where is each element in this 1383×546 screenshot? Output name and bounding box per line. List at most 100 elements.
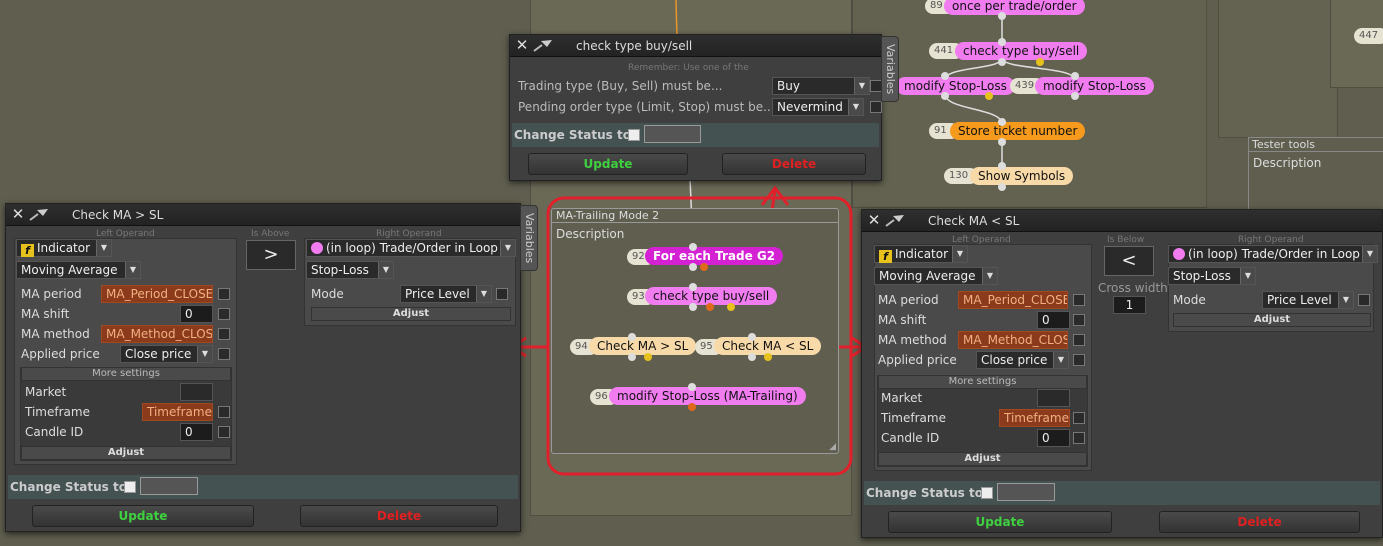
resize-handle-icon[interactable]: ◢ xyxy=(829,442,836,452)
ma-method-checkbox[interactable] xyxy=(218,328,230,340)
ma-shift-checkbox[interactable] xyxy=(1073,314,1085,326)
window-check-ma-above[interactable]: ✕ Check MA > SL Left Operand Is Above Ri… xyxy=(5,203,521,532)
applied-price-checkbox[interactable] xyxy=(218,348,230,360)
market-label: Market xyxy=(25,385,67,399)
operator-button[interactable]: < xyxy=(1104,246,1154,276)
ma-method-input[interactable]: MA_Method_CLOSE xyxy=(958,331,1068,349)
trading-type-value: Buy xyxy=(777,79,800,93)
indicator-select[interactable]: Moving Average ▼ xyxy=(16,261,141,279)
left-adjust-button[interactable]: Adjust xyxy=(878,452,1087,466)
close-icon[interactable]: ✕ xyxy=(515,38,529,53)
close-icon[interactable]: ✕ xyxy=(867,213,881,228)
change-status-input[interactable] xyxy=(140,477,198,495)
close-icon[interactable]: ✕ xyxy=(11,207,25,222)
right-operand-value: (in loop) Trade/Order in Loop xyxy=(326,241,498,255)
candle-id-input[interactable]: 0 xyxy=(1037,429,1070,447)
right-sub-value: Stop-Loss xyxy=(311,263,369,277)
connector-dot xyxy=(689,243,697,251)
ma-period-input[interactable]: MA_Period_CLOSE xyxy=(958,291,1068,309)
node-check-ma-above[interactable]: Check MA > SL xyxy=(589,337,697,355)
left-adjust-button[interactable]: Adjust xyxy=(21,446,231,460)
window-check-type[interactable]: ✕ check type buy/sell Remember: Use one … xyxy=(509,34,882,181)
ma-period-input[interactable]: MA_Period_CLOSE xyxy=(101,285,213,303)
delete-button[interactable]: Delete xyxy=(722,153,866,175)
node-modify-stoploss-2[interactable]: modify Stop-Loss xyxy=(1035,77,1154,95)
node-store-ticket[interactable]: Store ticket number xyxy=(950,122,1086,140)
change-status-input[interactable] xyxy=(997,483,1055,501)
more-settings-toggle[interactable]: More settings xyxy=(21,367,231,381)
applied-price-select[interactable]: Close price ▼ xyxy=(976,351,1069,369)
update-button[interactable]: Update xyxy=(32,505,254,527)
candle-id-checkbox[interactable] xyxy=(1073,432,1085,444)
right-adjust-button[interactable]: Adjust xyxy=(311,307,511,321)
change-status-input[interactable] xyxy=(644,125,701,143)
connector-dot xyxy=(764,353,772,361)
variables-tab[interactable]: Variables xyxy=(520,205,538,271)
window-titlebar[interactable]: ✕ Check MA < SL xyxy=(862,210,1382,232)
ma-period-checkbox[interactable] xyxy=(218,288,230,300)
timeframe-input[interactable]: Timeframe xyxy=(999,409,1070,427)
right-adjust-button[interactable]: Adjust xyxy=(1173,313,1371,327)
update-button[interactable]: Update xyxy=(528,153,688,175)
mode-select[interactable]: Price Level ▼ xyxy=(400,285,492,303)
right-sub-select[interactable]: Stop-Loss ▼ xyxy=(306,261,394,279)
chevron-down-icon: ▼ xyxy=(378,262,393,278)
timeframe-input[interactable]: Timeframe xyxy=(142,403,213,421)
right-operand-select[interactable]: (in loop) Trade/Order in Loop ▼ xyxy=(306,239,516,257)
delete-button[interactable]: Delete xyxy=(300,505,498,527)
candle-id-input[interactable]: 0 xyxy=(180,423,213,441)
operand-type-select[interactable]: f Indicator ▼ xyxy=(874,245,968,263)
change-status-checkbox[interactable] xyxy=(981,487,993,499)
market-input[interactable] xyxy=(1037,389,1070,407)
trading-type-select[interactable]: Buy ▼ xyxy=(772,77,870,95)
pin-icon[interactable] xyxy=(28,206,50,222)
tester-tools-panel[interactable]: Tester tools Description xyxy=(1248,137,1383,217)
timeframe-checkbox[interactable] xyxy=(218,406,230,418)
right-operand-select[interactable]: (in loop) Trade/Order in Loop ▼ xyxy=(1168,245,1378,263)
change-status-checkbox[interactable] xyxy=(124,481,136,493)
node-modify-sl-trailing[interactable]: modify Stop-Loss (MA-Trailing) xyxy=(609,387,806,405)
mode-checkbox[interactable] xyxy=(1358,294,1370,306)
applied-price-select[interactable]: Close price ▼ xyxy=(120,345,213,363)
operand-type-select[interactable]: f Indicator ▼ xyxy=(16,239,112,257)
ma-period-label: MA period xyxy=(21,287,82,301)
ma-method-checkbox[interactable] xyxy=(1073,334,1085,346)
update-button[interactable]: Update xyxy=(888,511,1112,533)
applied-price-checkbox[interactable] xyxy=(1073,354,1085,366)
pending-type-select[interactable]: Nevermind ▼ xyxy=(772,98,864,116)
ma-period-checkbox[interactable] xyxy=(1073,294,1085,306)
candle-id-checkbox[interactable] xyxy=(218,426,230,438)
pin-icon[interactable] xyxy=(884,212,906,228)
ma-shift-checkbox[interactable] xyxy=(218,308,230,320)
window-check-ma-below[interactable]: ✕ Check MA < SL Left Operand Is Below Ri… xyxy=(861,209,1383,538)
pin-icon[interactable] xyxy=(532,37,554,53)
ma-method-input[interactable]: MA_Method_CLOSE xyxy=(101,325,213,343)
node-modify-stoploss[interactable]: modify Stop-Loss xyxy=(896,77,1015,95)
mode-checkbox[interactable] xyxy=(496,288,508,300)
ma-shift-input[interactable]: 0 xyxy=(180,305,213,323)
change-status-checkbox[interactable] xyxy=(628,129,640,141)
mode-select[interactable]: Price Level ▼ xyxy=(1262,291,1354,309)
timeframe-checkbox[interactable] xyxy=(1073,412,1085,424)
window-titlebar[interactable]: ✕ check type buy/sell xyxy=(510,35,881,57)
indicator-select[interactable]: Moving Average ▼ xyxy=(874,267,998,285)
pending-type-label: Pending order type (Limit, Stop) must be… xyxy=(518,100,775,114)
function-icon: f xyxy=(21,244,34,257)
pending-type-value: Nevermind xyxy=(777,100,843,114)
window-title: Check MA < SL xyxy=(928,214,1020,228)
market-input[interactable] xyxy=(180,383,213,401)
node-show-symbols[interactable]: Show Symbols xyxy=(970,167,1074,185)
delete-button[interactable]: Delete xyxy=(1159,511,1360,533)
more-settings-toggle[interactable]: More settings xyxy=(878,375,1087,389)
operator-button[interactable]: > xyxy=(246,240,296,270)
variables-tab[interactable]: Variables xyxy=(881,36,899,102)
window-titlebar[interactable]: ✕ Check MA > SL xyxy=(6,204,520,226)
ma-shift-input[interactable]: 0 xyxy=(1037,311,1070,329)
pending-type-checkbox[interactable] xyxy=(870,101,882,113)
node-check-type[interactable]: check type buy/sell xyxy=(955,42,1088,60)
change-status-label: Change Status to xyxy=(514,128,631,142)
cross-width-input[interactable]: 1 xyxy=(1113,296,1146,314)
node-once-per-trade[interactable]: once per trade/order xyxy=(944,0,1085,15)
node-for-each-trade[interactable]: For each Trade G2 xyxy=(645,247,784,265)
right-sub-select[interactable]: Stop-Loss ▼ xyxy=(1168,267,1256,285)
